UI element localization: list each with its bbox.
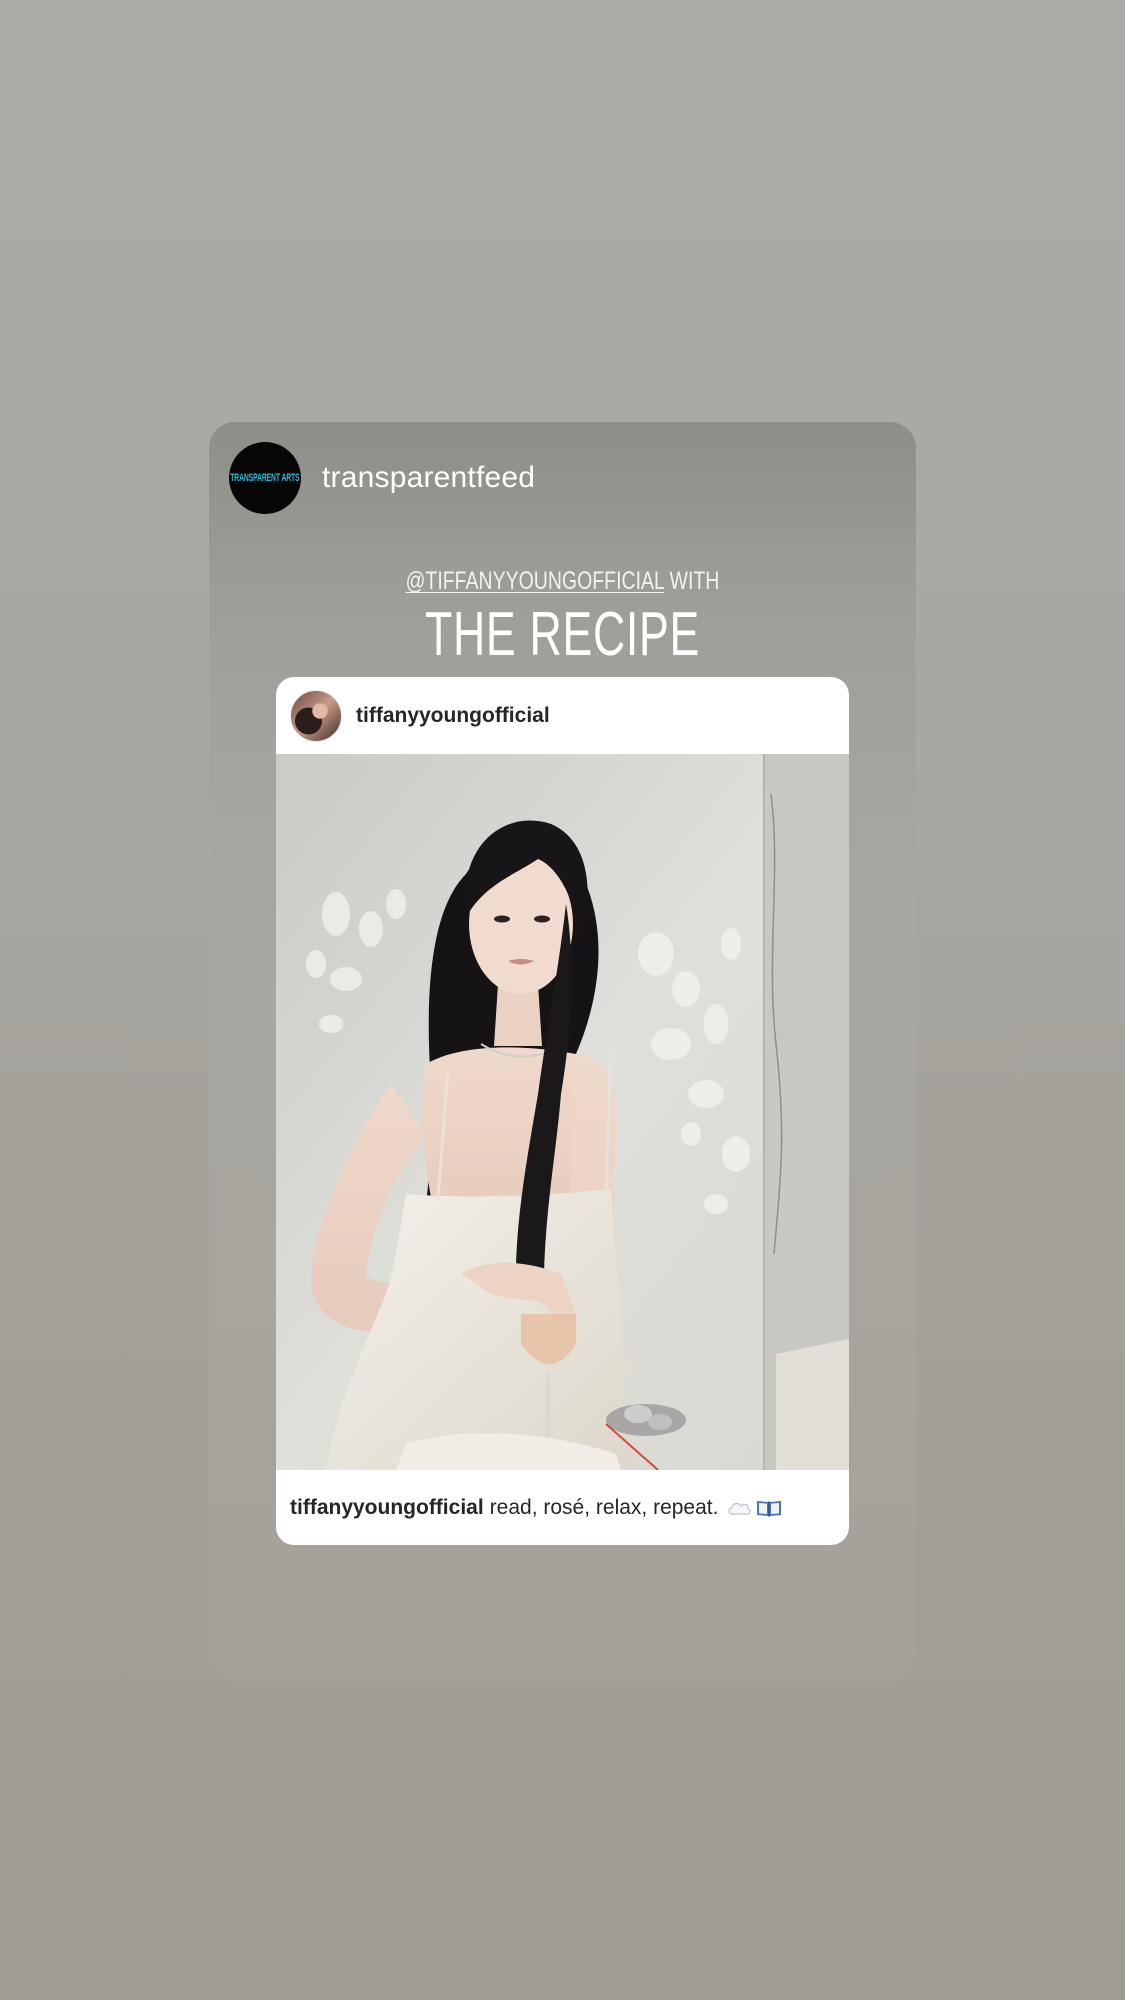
post-header[interactable]: tiffanyyoungofficial xyxy=(276,677,849,754)
embedded-post[interactable]: tiffanyyoungofficial tiffanyyoungofficia… xyxy=(276,677,849,1545)
caption-emojis xyxy=(726,1498,782,1518)
subtitle-suffix: WITH xyxy=(669,567,720,595)
avatar-logo-text: TRANSPARENT ARTS xyxy=(230,472,300,484)
post-caption: tiffanyyoungofficial read, rosé, relax, … xyxy=(276,1470,849,1545)
post-photo-illustration xyxy=(276,754,849,1470)
mention-link[interactable]: @TIFFANYYOUNGOFFICIAL xyxy=(406,567,665,595)
shared-post-story: TRANSPARENT ARTS transparentfeed @TIFFAN… xyxy=(209,422,916,1680)
avatar[interactable]: TRANSPARENT ARTS xyxy=(229,442,301,514)
cloud-icon xyxy=(728,1502,752,1515)
story-author-username[interactable]: transparentfeed xyxy=(322,461,535,495)
story-subtitle: @TIFFANYYOUNGOFFICIAL WITH xyxy=(287,567,838,596)
open-book-icon xyxy=(757,1500,782,1516)
caption-text: read, rosé, relax, repeat. xyxy=(489,1495,719,1519)
post-username[interactable]: tiffanyyoungofficial xyxy=(356,704,550,728)
post-photo[interactable] xyxy=(276,754,849,1470)
post-avatar[interactable] xyxy=(290,689,342,742)
caption-username[interactable]: tiffanyyoungofficial xyxy=(290,1496,484,1520)
story-title: THE RECIPE xyxy=(424,600,701,669)
story-author-header[interactable]: TRANSPARENT ARTS transparentfeed xyxy=(229,442,535,514)
